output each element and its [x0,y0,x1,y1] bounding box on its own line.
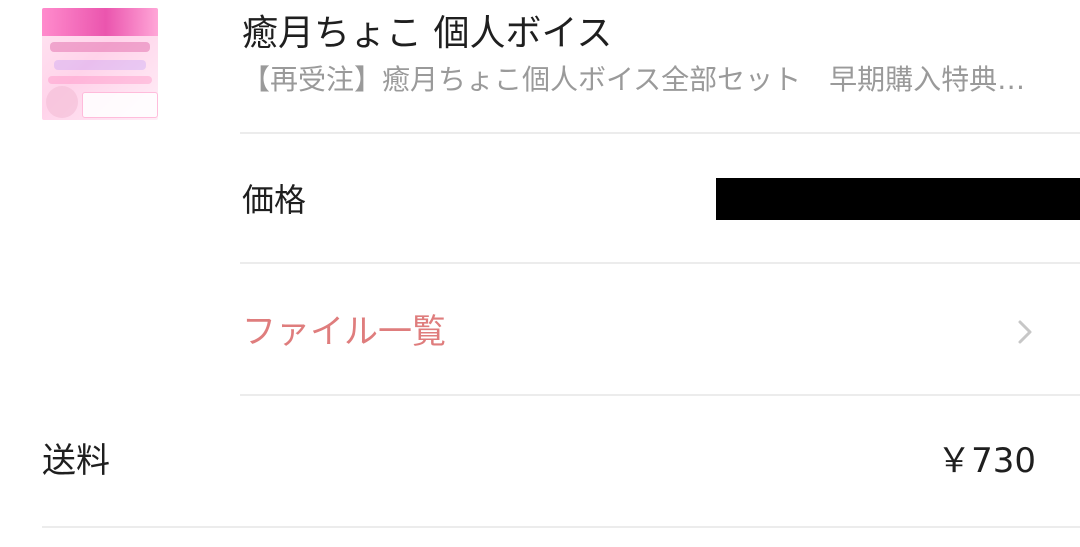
product-detail-screen: 癒月ちょこ 個人ボイス 【再受注】癒月ちょこ個人ボイス全部セット 早期購入特典…… [0,0,1080,547]
thumbnail-line-3 [48,76,152,84]
divider-top [240,132,1080,134]
thumbnail-circle [46,86,78,118]
divider-bottom [42,526,1080,528]
price-label: 価格 [242,181,307,219]
thumbnail-line-1 [50,42,150,52]
file-list-link[interactable]: ファイル一覧 [242,312,446,352]
price-redaction [716,178,1080,220]
thumbnail-line-2 [54,60,146,70]
product-subtitle: 【再受注】癒月ちょこ個人ボイス全部セット 早期購入特典… [242,63,1026,96]
thumbnail-badge [82,92,158,118]
product-thumbnail [42,8,158,120]
shipping-label: 送料 [42,441,110,481]
shipping-value: ￥730 [937,441,1036,481]
divider-lower [240,394,1080,396]
product-title: 癒月ちょこ 個人ボイス [242,13,613,54]
chevron-right-icon[interactable] [1016,318,1034,346]
thumbnail-banner [42,8,158,36]
divider-middle [240,262,1080,264]
